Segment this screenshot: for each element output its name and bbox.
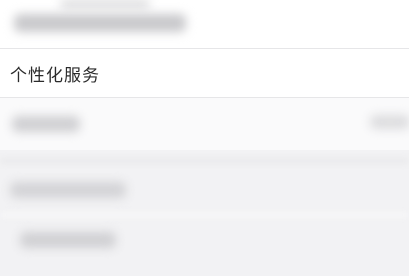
divider <box>0 158 409 164</box>
blurred-text <box>10 182 126 198</box>
settings-item-label: 个性化服务 <box>10 65 100 86</box>
settings-item-personalized-service[interactable]: 个性化服务 <box>0 49 409 98</box>
blurred-text <box>14 14 186 32</box>
blurred-text <box>370 115 409 129</box>
divider <box>0 212 409 218</box>
settings-screen: 个性化服务 <box>0 0 409 276</box>
blurred-text <box>12 116 80 132</box>
blurred-text <box>20 232 116 248</box>
blurred-text <box>60 0 150 8</box>
